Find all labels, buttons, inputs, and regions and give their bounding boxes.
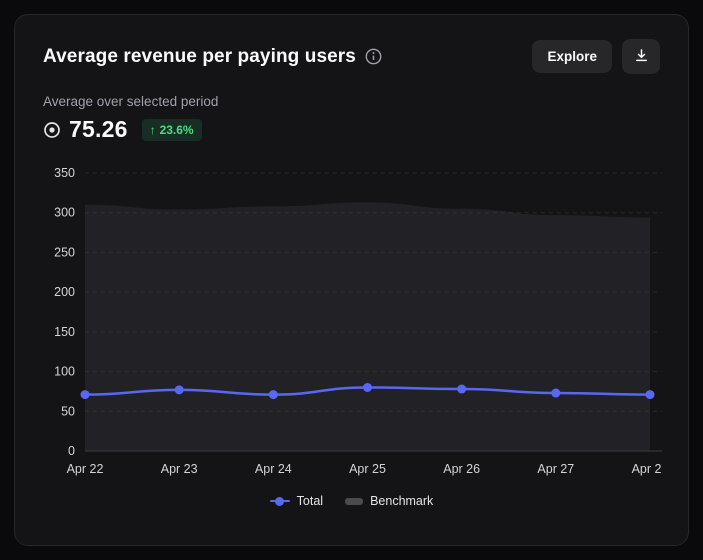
svg-text:100: 100 (54, 365, 75, 379)
metric-value: 75.26 (69, 116, 128, 142)
legend-total-label: Total (296, 494, 324, 508)
total-series-marker (269, 496, 290, 506)
svg-text:Apr 27: Apr 27 (537, 462, 574, 476)
svg-text:Apr 28: Apr 28 (632, 462, 662, 476)
svg-text:200: 200 (54, 285, 75, 299)
svg-text:350: 350 (54, 166, 75, 180)
revenue-card: Average revenue per paying users Explore (14, 14, 689, 546)
metric-subtitle: Average over selected period (43, 94, 219, 109)
card-header: Average revenue per paying users Explore (43, 39, 660, 74)
svg-text:Apr 24: Apr 24 (255, 462, 292, 476)
svg-text:Apr 23: Apr 23 (161, 462, 198, 476)
svg-text:50: 50 (61, 404, 75, 418)
svg-text:300: 300 (54, 206, 75, 220)
svg-text:Apr 25: Apr 25 (349, 462, 386, 476)
info-icon[interactable] (365, 48, 382, 65)
legend-benchmark-label: Benchmark (370, 494, 434, 508)
target-icon (43, 121, 61, 139)
page-title: Average revenue per paying users (43, 45, 356, 67)
svg-text:150: 150 (54, 325, 75, 339)
legend-item-total[interactable]: Total (269, 494, 324, 508)
arrow-up-icon: ↑ (149, 122, 156, 137)
chart-wrap: 0 50 100 150 200 250 300 350 Apr 22 Apr 23 Apr 24 A… (43, 159, 668, 486)
download-icon (634, 48, 649, 66)
legend-item-benchmark[interactable]: Benchmark (345, 494, 433, 508)
svg-text:250: 250 (54, 245, 75, 259)
svg-text:0: 0 (68, 444, 75, 458)
change-badge: ↑ 23.6% (141, 118, 202, 141)
svg-text:Apr 22: Apr 22 (67, 462, 104, 476)
revenue-chart[interactable]: 0 50 100 150 200 250 300 350 Apr 22 Apr 23 Apr 24 A… (43, 159, 668, 481)
download-button[interactable] (622, 39, 660, 74)
explore-button[interactable]: Explore (532, 40, 612, 73)
metric-row: 75.26 ↑ 23.6% (43, 116, 660, 143)
badge-value: 23.6% (159, 122, 194, 137)
chart-legend: Total Benchmark (43, 494, 660, 508)
benchmark-series-marker (345, 497, 364, 505)
svg-text:Apr 26: Apr 26 (443, 462, 480, 476)
